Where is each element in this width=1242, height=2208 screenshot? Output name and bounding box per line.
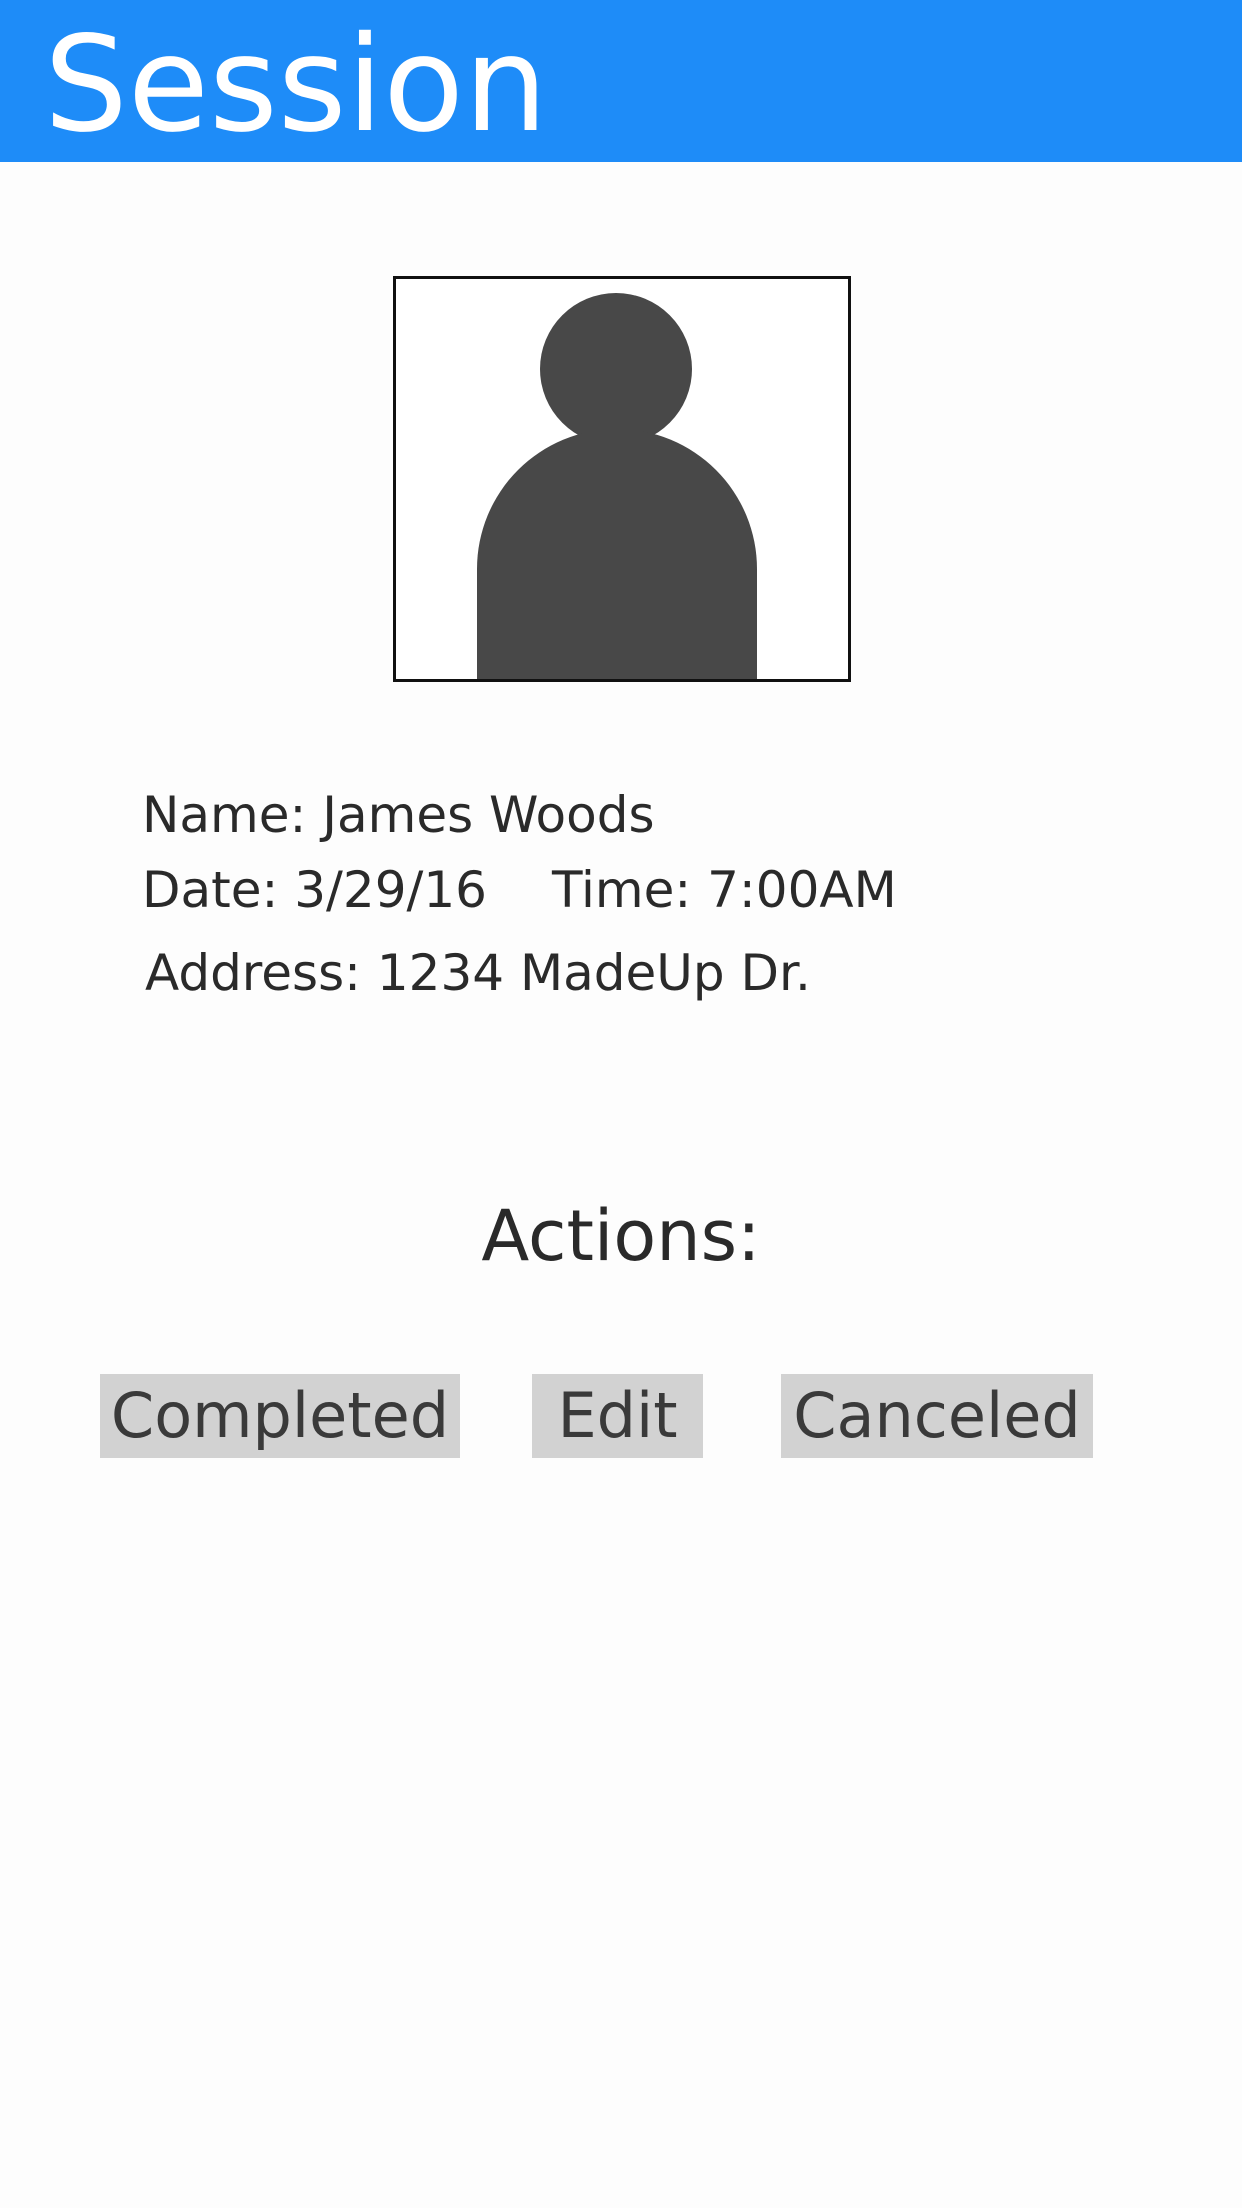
person-silhouette-icon xyxy=(477,293,757,679)
client-address: Address: 1234 MadeUp Dr. xyxy=(145,944,811,1002)
actions-heading: Actions: xyxy=(481,1195,761,1277)
page-title: Session xyxy=(44,8,548,162)
completed-button[interactable]: Completed xyxy=(100,1374,460,1458)
header-bar: Session xyxy=(0,0,1242,162)
client-name: Name: James Woods xyxy=(142,786,655,844)
canceled-button[interactable]: Canceled xyxy=(781,1374,1093,1458)
session-time: Time: 7:00AM xyxy=(552,861,897,919)
session-date: Date: 3/29/16 xyxy=(142,861,487,919)
edit-button[interactable]: Edit xyxy=(532,1374,703,1458)
avatar xyxy=(393,276,851,682)
